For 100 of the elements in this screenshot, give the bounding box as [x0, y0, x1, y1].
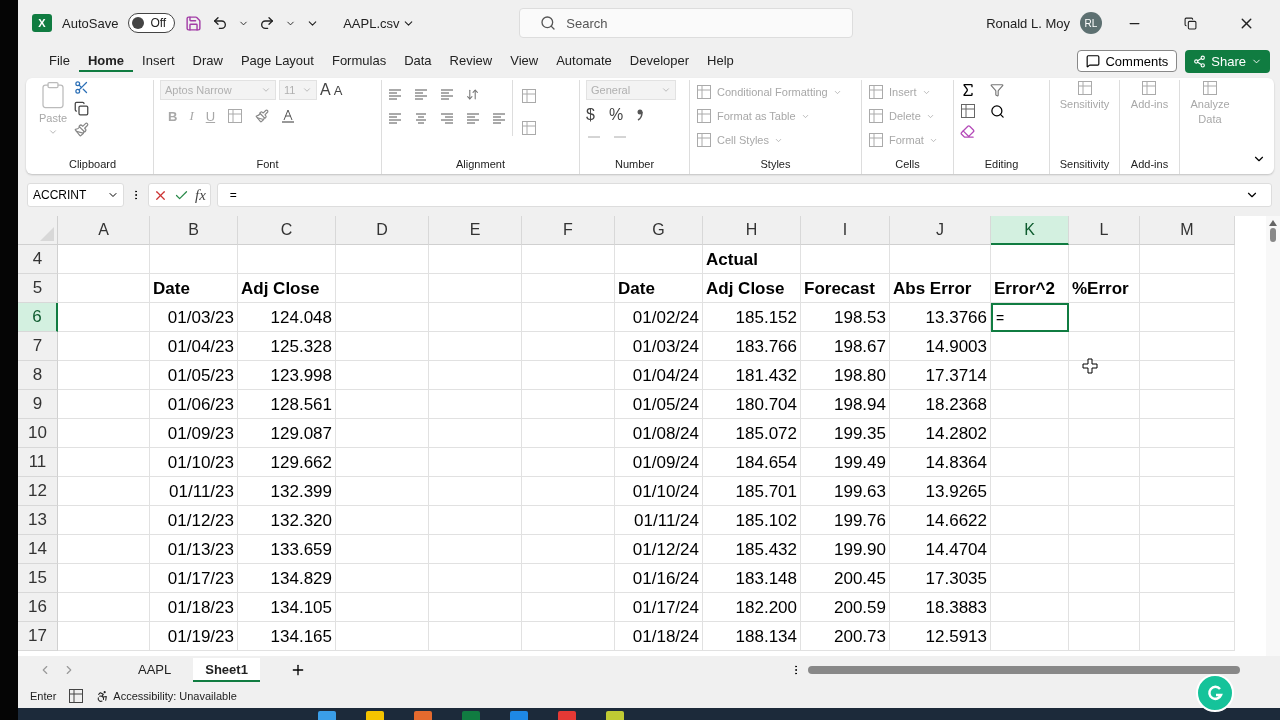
menu-tab[interactable]: File [40, 50, 79, 72]
table-cell[interactable]: 199.35 [801, 419, 890, 448]
taskbar-icon[interactable] [606, 711, 624, 720]
table-cell[interactable]: 01/17/23 [150, 564, 238, 593]
table-cell[interactable]: 200.45 [801, 564, 890, 593]
table-cell[interactable]: 185.152 [703, 303, 801, 332]
empty-cell[interactable] [336, 506, 429, 535]
empty-cell[interactable] [429, 535, 522, 564]
formula-field[interactable]: = [216, 183, 1272, 207]
row-header[interactable]: 11 [18, 448, 58, 477]
table-cell[interactable]: 132.320 [238, 506, 336, 535]
row-header[interactable]: 5 [18, 274, 58, 303]
header-cell[interactable]: Actual [703, 245, 801, 274]
empty-cell[interactable] [429, 245, 522, 274]
empty-cell[interactable] [1140, 390, 1235, 419]
empty-cell[interactable] [336, 448, 429, 477]
empty-cell[interactable] [429, 303, 522, 332]
empty-cell[interactable] [429, 448, 522, 477]
empty-cell[interactable] [1140, 535, 1235, 564]
table-cell[interactable]: 14.8364 [890, 448, 991, 477]
table-cell[interactable]: 01/19/23 [150, 622, 238, 651]
table-cell[interactable]: 12.5913 [890, 622, 991, 651]
empty-cell[interactable] [336, 303, 429, 332]
empty-cell[interactable] [1069, 419, 1140, 448]
table-cell[interactable]: 01/17/24 [615, 593, 703, 622]
empty-cell[interactable] [801, 245, 890, 274]
table-cell[interactable]: 01/10/24 [615, 477, 703, 506]
empty-cell[interactable] [336, 245, 429, 274]
table-cell[interactable]: 01/13/23 [150, 535, 238, 564]
header-cell[interactable]: %Error [1069, 274, 1140, 303]
empty-cell[interactable] [890, 245, 991, 274]
menu-tab[interactable]: Data [395, 50, 441, 72]
autosave-toggle[interactable]: Off [128, 13, 176, 33]
empty-cell[interactable] [1140, 564, 1235, 593]
empty-cell[interactable] [429, 506, 522, 535]
font-color-icon[interactable] [281, 109, 296, 123]
column-header[interactable]: C [238, 216, 336, 245]
sheet-tab[interactable]: Sheet1 [193, 658, 260, 682]
empty-cell[interactable] [429, 477, 522, 506]
taskbar-icon[interactable] [558, 711, 576, 720]
menu-tab[interactable]: Review [440, 50, 502, 72]
table-cell[interactable]: 01/09/23 [150, 419, 238, 448]
table-cell[interactable]: 128.561 [238, 390, 336, 419]
clear-icon[interactable] [960, 124, 975, 139]
empty-cell[interactable] [991, 245, 1069, 274]
empty-cell[interactable] [1069, 303, 1140, 332]
column-header[interactable]: K [991, 216, 1069, 245]
user-avatar[interactable]: RL [1080, 12, 1102, 34]
column-header[interactable]: A [58, 216, 150, 245]
empty-cell[interactable] [238, 245, 336, 274]
empty-cell[interactable] [522, 535, 615, 564]
menu-tab[interactable]: Home [78, 50, 134, 72]
table-cell[interactable]: 183.766 [703, 332, 801, 361]
empty-cell[interactable] [1069, 448, 1140, 477]
table-cell[interactable]: 17.3035 [890, 564, 991, 593]
empty-cell[interactable] [1069, 506, 1140, 535]
table-cell[interactable]: 129.662 [238, 448, 336, 477]
empty-cell[interactable] [1140, 303, 1235, 332]
empty-cell[interactable] [991, 622, 1069, 651]
empty-cell[interactable] [429, 361, 522, 390]
row-header[interactable]: 7 [18, 332, 58, 361]
empty-cell[interactable] [991, 593, 1069, 622]
table-cell[interactable]: 01/02/24 [615, 303, 703, 332]
empty-cell[interactable] [336, 535, 429, 564]
empty-cell[interactable] [150, 245, 238, 274]
column-header[interactable]: M [1140, 216, 1235, 245]
table-cell[interactable]: 200.73 [801, 622, 890, 651]
active-cell[interactable]: = [991, 303, 1069, 332]
empty-cell[interactable] [336, 332, 429, 361]
table-cell[interactable]: 01/18/24 [615, 622, 703, 651]
format-painter-icon[interactable] [74, 122, 89, 137]
row-header[interactable]: 15 [18, 564, 58, 593]
table-cell[interactable]: 14.6622 [890, 506, 991, 535]
table-cell[interactable]: 198.94 [801, 390, 890, 419]
align-middle-icon[interactable] [414, 88, 428, 101]
empty-cell[interactable] [522, 361, 615, 390]
empty-cell[interactable] [1069, 245, 1140, 274]
select-all-button[interactable] [18, 216, 58, 245]
empty-cell[interactable] [1069, 477, 1140, 506]
empty-cell[interactable] [429, 274, 522, 303]
fill-color-icon[interactable] [255, 109, 270, 123]
row-header[interactable]: 13 [18, 506, 58, 535]
file-name[interactable]: AAPL.csv [343, 15, 400, 31]
restore-icon[interactable] [1184, 16, 1198, 30]
horizontal-scrollbar[interactable] [808, 666, 1240, 674]
table-cell[interactable]: 132.399 [238, 477, 336, 506]
table-cell[interactable]: 01/12/23 [150, 506, 238, 535]
table-cell[interactable]: 134.165 [238, 622, 336, 651]
empty-cell[interactable] [336, 390, 429, 419]
column-header[interactable]: G [615, 216, 703, 245]
empty-cell[interactable] [522, 564, 615, 593]
empty-cell[interactable] [336, 419, 429, 448]
redo-icon[interactable] [259, 15, 276, 31]
table-cell[interactable]: 133.659 [238, 535, 336, 564]
empty-cell[interactable] [1069, 390, 1140, 419]
taskbar-icon[interactable] [366, 711, 384, 720]
empty-cell[interactable] [991, 535, 1069, 564]
table-cell[interactable]: 198.80 [801, 361, 890, 390]
header-cell[interactable]: Forecast [801, 274, 890, 303]
copy-icon[interactable] [74, 101, 89, 116]
